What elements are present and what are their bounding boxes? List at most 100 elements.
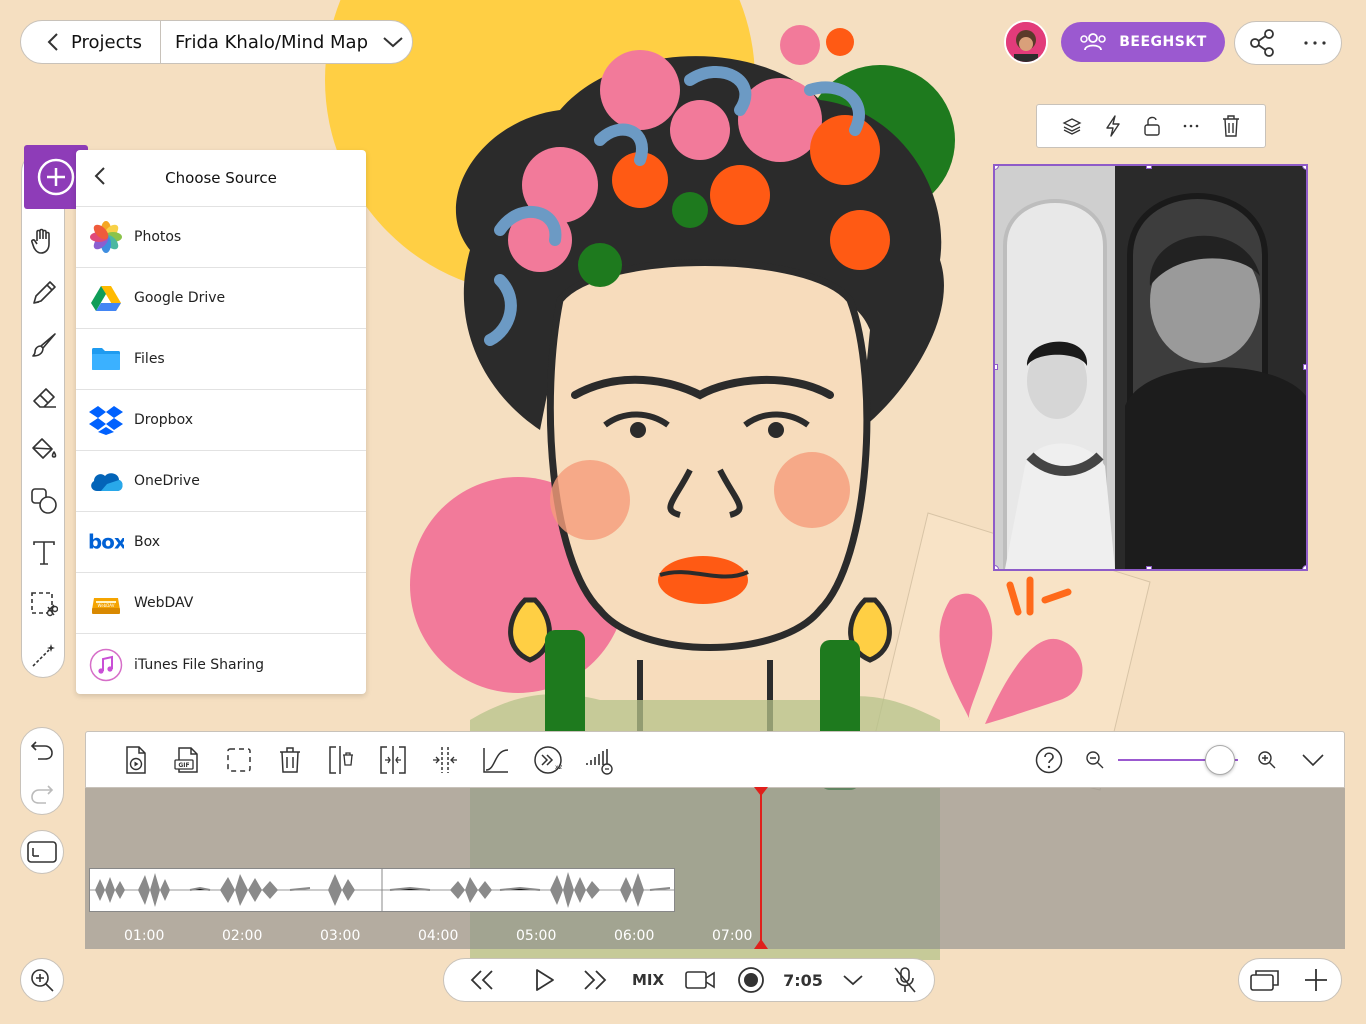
users-icon [1080, 33, 1106, 51]
add-page-button[interactable] [1290, 959, 1341, 1001]
collaborate-label: BEEGHSKT [1119, 34, 1207, 50]
delete-clip-button[interactable] [265, 738, 317, 782]
source-item-onedrive[interactable]: OneDrive [76, 451, 366, 512]
collapse-timeline-button[interactable] [1290, 738, 1336, 782]
itunes-icon [88, 647, 124, 683]
volume-button[interactable] [574, 738, 626, 782]
zoom-in-icon [1258, 750, 1276, 768]
time-tick-label: 05:00 [516, 928, 557, 944]
record-button[interactable] [724, 958, 778, 1002]
delete-object-button[interactable] [1222, 115, 1240, 137]
avatar[interactable] [1004, 20, 1048, 64]
export-video-button[interactable] [110, 738, 162, 782]
projects-back-label: Projects [71, 31, 142, 53]
export-gif-button[interactable]: GIF [162, 738, 214, 782]
video-file-icon [126, 745, 146, 774]
photo-image [995, 166, 1306, 569]
pages-button[interactable] [1239, 959, 1290, 1001]
time-tick-label: 04:00 [418, 928, 459, 944]
plus-icon [1304, 969, 1327, 991]
zoom-in-timeline-button[interactable] [1244, 738, 1290, 782]
gif-file-icon: GIF [174, 746, 198, 773]
text-tool[interactable] [22, 531, 66, 575]
microphone-mute-button[interactable] [878, 958, 932, 1002]
undo-icon [30, 741, 53, 760]
rewind-button[interactable] [444, 958, 520, 1002]
source-item-label: Dropbox [134, 412, 193, 428]
more-icon [1184, 124, 1199, 128]
source-item-dropbox[interactable]: Dropbox [76, 390, 366, 451]
audio-clip[interactable] [89, 868, 675, 912]
source-item-itunes-file-sharing[interactable]: iTunes File Sharing [76, 634, 366, 695]
time-dropdown-button[interactable] [828, 958, 878, 1002]
brush-tool[interactable] [22, 323, 66, 367]
hand-tool[interactable] [22, 219, 66, 263]
zoom-slider-knob[interactable] [1205, 744, 1235, 775]
pencil-icon [33, 281, 56, 304]
play-icon [536, 969, 554, 991]
timeline-track-area[interactable]: 01:00 02:00 03:00 04:00 05:00 06:00 07:00 [85, 787, 1345, 949]
panel-title: Choose Source [165, 169, 277, 187]
pages-group [1238, 958, 1342, 1002]
eraser-tool[interactable] [22, 375, 66, 419]
layers-icon [1062, 118, 1082, 135]
time-tick-label: 07:00 [712, 928, 753, 944]
help-button[interactable] [1026, 738, 1072, 782]
object-more-button[interactable] [1183, 124, 1199, 128]
photos-icon [88, 219, 124, 255]
zoom-out-icon [1086, 750, 1104, 768]
speed-x2-icon: x2 [534, 745, 562, 774]
undo-button[interactable] [21, 728, 63, 772]
projects-back-button[interactable]: Projects [21, 21, 161, 63]
split-button[interactable] [368, 738, 420, 782]
more-button[interactable] [1288, 22, 1341, 64]
pencil-tool[interactable] [22, 271, 66, 315]
selected-photo[interactable] [993, 164, 1308, 571]
fast-forward-button[interactable] [570, 958, 620, 1002]
source-item-box[interactable]: box Box [76, 512, 366, 573]
play-button[interactable] [520, 958, 570, 1002]
select-range-button[interactable] [213, 738, 265, 782]
source-item-files[interactable]: Files [76, 329, 366, 390]
dashed-square-icon [227, 747, 251, 772]
layers-button[interactable] [1062, 117, 1082, 135]
trim-delete-button[interactable] [316, 738, 368, 782]
frame-button[interactable] [20, 830, 64, 874]
redo-button[interactable] [21, 772, 63, 816]
mix-button[interactable]: MIX [620, 958, 676, 1002]
selection-scissors-icon [31, 592, 58, 617]
animate-button[interactable] [1105, 115, 1121, 137]
zoom-button[interactable] [20, 958, 64, 1002]
collaborate-button[interactable]: BEEGHSKT [1061, 22, 1225, 62]
magic-wand-tool[interactable] [22, 633, 66, 677]
easing-button[interactable] [471, 738, 523, 782]
camera-button[interactable] [676, 958, 724, 1002]
panel-header: Choose Source [76, 150, 366, 207]
source-item-photos[interactable]: Photos [76, 207, 366, 268]
zoom-slider[interactable] [1118, 738, 1244, 782]
fill-tool[interactable] [22, 427, 66, 471]
zoom-out-button[interactable] [1072, 738, 1118, 782]
unlock-button[interactable] [1143, 115, 1161, 137]
project-title-dropdown[interactable]: Frida Khalo/Mind Map [161, 32, 412, 53]
shapes-tool[interactable] [22, 479, 66, 523]
source-item-label: Google Drive [134, 290, 226, 306]
merge-button[interactable] [419, 738, 471, 782]
eraser-icon [33, 388, 56, 408]
speed-button[interactable]: x2 [522, 738, 574, 782]
avatar-image [1006, 22, 1046, 62]
playhead[interactable] [760, 788, 762, 949]
tools-toolbar [21, 150, 65, 678]
lasso-select-tool[interactable] [22, 583, 66, 627]
undo-redo-group [20, 727, 64, 815]
time-tick-label: 03:00 [320, 928, 361, 944]
timeline-toolbar: GIF x2 [85, 731, 1345, 788]
source-item-google-drive[interactable]: Google Drive [76, 268, 366, 329]
brush-icon [32, 333, 56, 357]
svg-text:GIF: GIF [179, 762, 190, 769]
share-button[interactable] [1235, 22, 1288, 64]
source-item-webdav[interactable]: WebDAV WebDAV [76, 573, 366, 634]
help-icon [1035, 746, 1063, 773]
chevron-down-icon [383, 37, 403, 48]
time-tick-label: 01:00 [124, 928, 165, 944]
